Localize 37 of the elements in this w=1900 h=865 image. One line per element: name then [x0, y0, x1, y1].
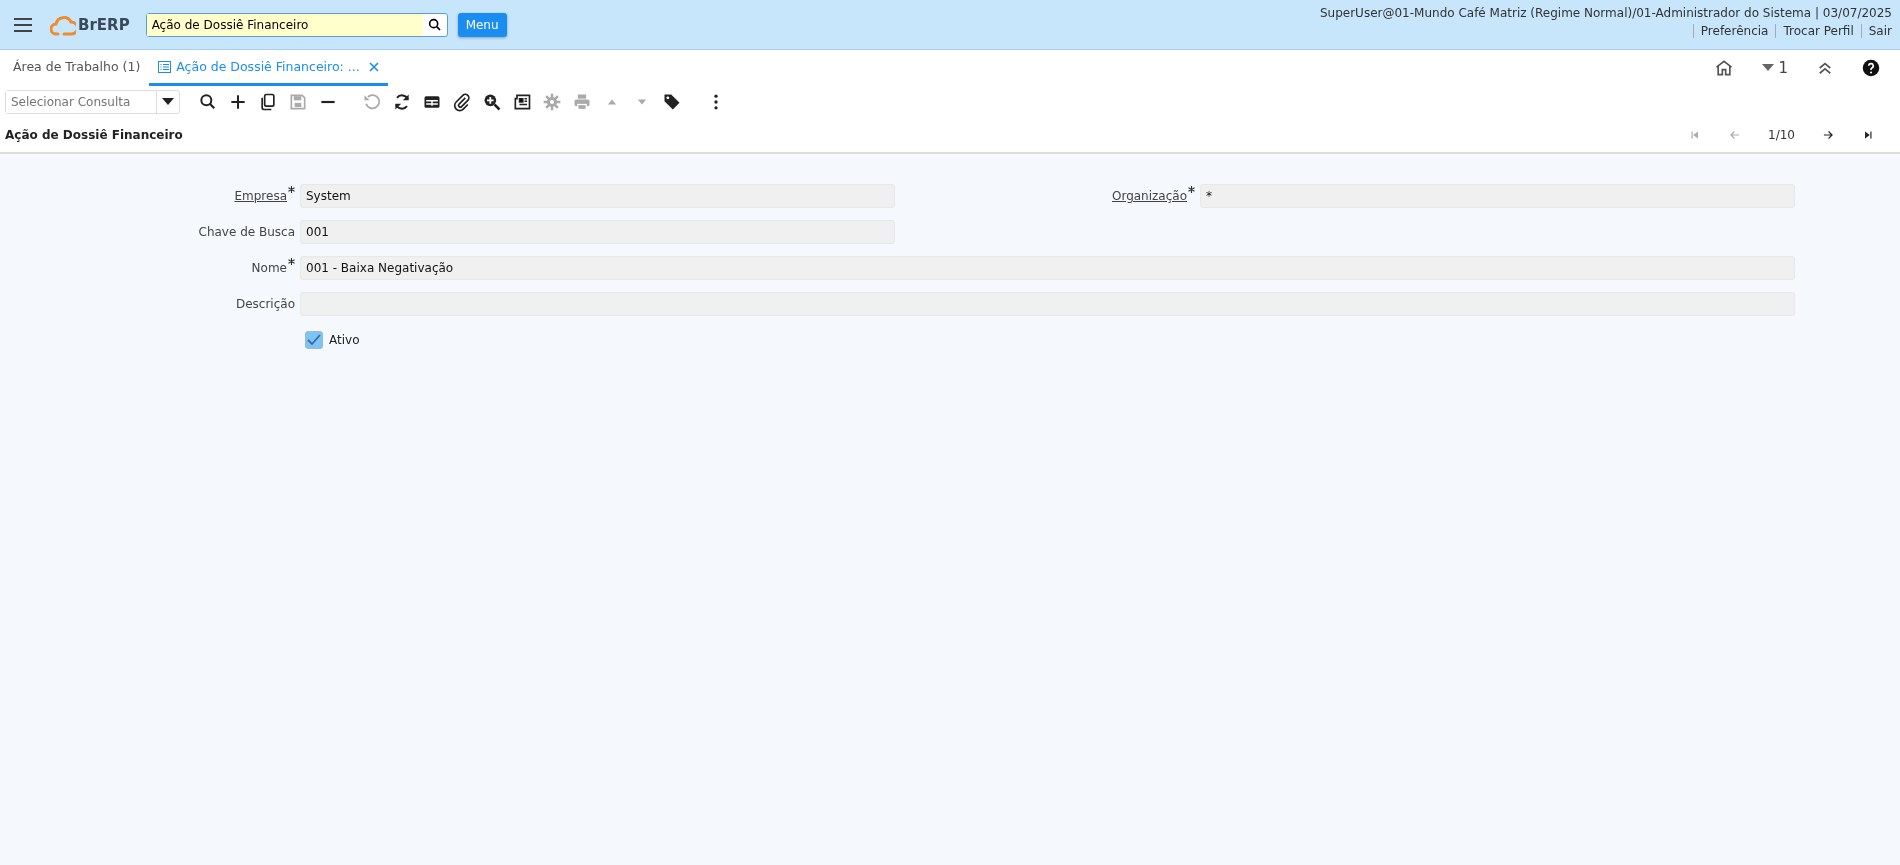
field-label[interactable]: Organização: [1111, 189, 1187, 203]
home-icon[interactable]: [1714, 58, 1735, 78]
header-link[interactable]: Trocar Perfil: [1775, 24, 1861, 38]
help-icon[interactable]: [1862, 59, 1880, 77]
menu-icon[interactable]: [12, 15, 34, 34]
text-field[interactable]: 001 - Baixa Negativação: [300, 256, 1795, 280]
search-icon[interactable]: [198, 92, 218, 112]
text-field[interactable]: 001: [300, 220, 895, 244]
field-label[interactable]: Empresa: [234, 189, 287, 203]
close-icon[interactable]: [368, 61, 379, 72]
copy-icon[interactable]: [258, 92, 278, 112]
text-field[interactable]: System: [300, 184, 895, 208]
caret-down-icon[interactable]: [162, 98, 174, 106]
logo-text: BrERP: [78, 15, 130, 34]
text-field[interactable]: *: [1200, 184, 1795, 208]
record-position: 1/10: [1768, 128, 1795, 142]
newspaper-icon[interactable]: [512, 92, 532, 112]
field-label: Descrição: [235, 297, 295, 311]
checkbox-label: Ativo: [329, 333, 360, 347]
user-info: SuperUser@01-Mundo Café Matriz (Regime Normal)/01-Administrador do Sistema | 03/07/2025: [1319, 6, 1892, 20]
checkbox[interactable]: [305, 331, 323, 349]
refresh-icon[interactable]: [392, 92, 412, 112]
window-title: Ação de Dossiê Financeiro: [5, 128, 183, 142]
tab-count: 1: [1778, 59, 1788, 77]
field-label: Nome: [251, 261, 287, 275]
tag-icon[interactable]: [662, 92, 682, 112]
cloud-logo-icon: [50, 13, 76, 36]
list-icon: [158, 60, 172, 73]
header-link[interactable]: Sair: [1860, 24, 1892, 38]
plus-icon[interactable]: [228, 92, 248, 112]
header-link[interactable]: Preferência: [1692, 24, 1776, 38]
zoom-in-icon[interactable]: [482, 92, 502, 112]
query-select[interactable]: Selecionar Consulta: [5, 90, 180, 114]
tab[interactable]: Área de Trabalho (1): [4, 50, 150, 86]
paperclip-icon[interactable]: [452, 92, 472, 112]
search-field[interactable]: Ação de Dossiê Financeiro: [145, 12, 448, 37]
field-label: Chave de Busca: [198, 225, 295, 239]
